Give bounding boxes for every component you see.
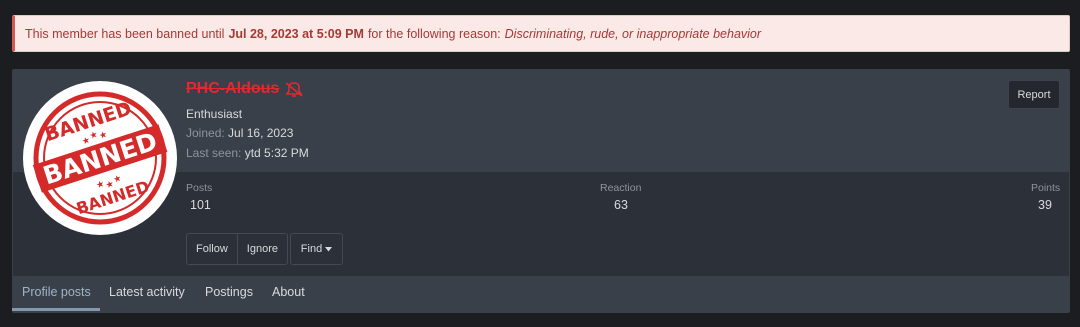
joined-value: Jul 16, 2023 [228, 126, 294, 140]
points-value[interactable]: 39 [1038, 198, 1052, 212]
ban-until-date: Jul 28, 2023 at 5:09 PM [228, 26, 364, 41]
ban-reason: Discriminating, rude, or inappropriate b… [504, 26, 762, 41]
last-seen-value[interactable]: ytd 5:32 PM [245, 146, 309, 160]
active-tab-indicator [12, 308, 100, 311]
no-bell-icon [285, 82, 303, 97]
caret-down-icon [325, 246, 333, 251]
find-button[interactable]: Find [290, 233, 343, 265]
points-label: Points [1031, 182, 1061, 194]
tab-postings[interactable]: Postings [205, 285, 253, 299]
ban-notice-middle: for the following reason: [367, 26, 501, 41]
ignore-button[interactable]: Ignore [236, 234, 287, 264]
username-text[interactable]: PHC-Aldous [186, 80, 279, 98]
joined-label: Joined: [186, 126, 225, 140]
ban-notice-prefix: This member has been banned until [25, 26, 225, 41]
follow-button[interactable]: Follow [187, 234, 237, 264]
username[interactable]: PHC-Aldous [186, 80, 305, 98]
last-seen-label: Last seen: [186, 146, 242, 160]
find-label[interactable]: Find [301, 243, 322, 255]
tab-about[interactable]: About [272, 285, 305, 299]
tab-latest-activity[interactable]: Latest activity [109, 285, 185, 299]
avatar[interactable]: BANNED ★ ★ ★ BANNED ★ ★ ★ BANNED [22, 80, 178, 236]
posts-value[interactable]: 101 [190, 198, 211, 212]
joined-row: Joined: Jul 16, 2023 [186, 126, 293, 140]
reaction-value[interactable]: 63 [614, 198, 628, 212]
reaction-label: Reaction [600, 182, 642, 194]
user-title: Enthusiast [186, 107, 243, 121]
follow-ignore-group: Follow Ignore [186, 233, 288, 265]
last-seen-row: Last seen: ytd 5:32 PM [186, 146, 309, 160]
report-button[interactable]: Report [1008, 80, 1060, 109]
posts-label: Posts [186, 182, 213, 194]
tab-profile-posts[interactable]: Profile posts [22, 285, 91, 299]
ban-notice: This member has been banned until Jul 28… [12, 15, 1070, 52]
